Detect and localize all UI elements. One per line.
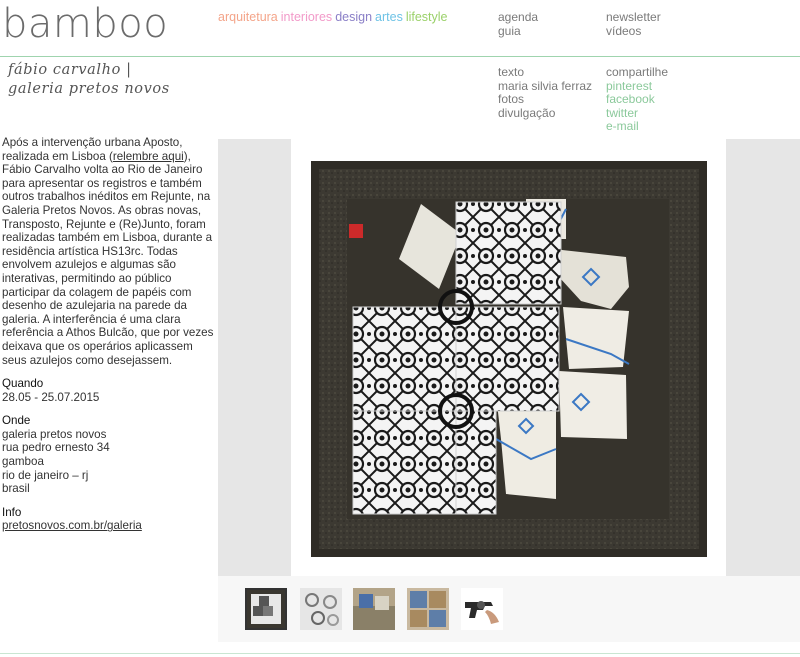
credit-photos-label: fotos bbox=[498, 92, 525, 106]
revolver-icon bbox=[465, 601, 499, 624]
when-block: Quando 28.05 - 25.07.2015 bbox=[2, 377, 216, 404]
credit-photographer: divulgação bbox=[498, 105, 556, 120]
when-label: Quando bbox=[2, 377, 44, 391]
where-line: gamboa bbox=[2, 455, 44, 469]
thumbnail-3-image bbox=[353, 594, 395, 630]
nav-guia[interactable]: guia bbox=[498, 24, 538, 39]
thumbnail-2[interactable] bbox=[300, 588, 342, 630]
share-links: compartilhe pinterest facebook twitter e… bbox=[606, 65, 669, 134]
artwork-illustration bbox=[311, 161, 707, 557]
share-facebook[interactable]: facebook bbox=[606, 92, 668, 107]
article-credits: texto maria silvia ferraz fotos divulgaç… bbox=[498, 65, 593, 120]
artwork-image[interactable] bbox=[291, 139, 726, 576]
nav-newsletter[interactable]: newsletter bbox=[606, 10, 661, 25]
share-label: compartilhe bbox=[606, 65, 669, 79]
article-title: fábio carvalho | galeria pretos novos bbox=[8, 61, 170, 99]
thumbnail-5[interactable] bbox=[461, 588, 503, 630]
title-line-1: fábio carvalho | bbox=[8, 62, 132, 78]
category-nav: arquitetura interiores design artes life… bbox=[218, 10, 448, 24]
secondary-nav-1: agenda guia bbox=[498, 10, 538, 39]
nav-agenda[interactable]: agenda bbox=[498, 10, 538, 25]
article-body: Após a intervenção urbana Aposto, realiz… bbox=[2, 136, 216, 533]
where-line: brasil bbox=[2, 482, 30, 496]
share-email[interactable]: e-mail bbox=[606, 119, 668, 134]
secondary-nav-2: newsletter vídeos bbox=[606, 10, 661, 39]
category-interiores[interactable]: interiores bbox=[281, 10, 332, 24]
title-line-2: galeria pretos novos bbox=[8, 81, 170, 97]
share-pinterest[interactable]: pinterest bbox=[606, 79, 668, 94]
header-divider bbox=[0, 56, 800, 57]
where-label: Onde bbox=[2, 414, 31, 428]
thumbnail-4[interactable] bbox=[407, 588, 449, 630]
relembre-link[interactable]: relembre aqui bbox=[113, 150, 184, 163]
category-arquitetura[interactable]: arquitetura bbox=[218, 10, 278, 24]
thumbnail-4-image bbox=[410, 591, 446, 627]
thumbnail-strip bbox=[218, 576, 800, 642]
credit-text-label: texto bbox=[498, 65, 525, 79]
bamboo-logo[interactable]: bamboo bbox=[2, 0, 168, 48]
thumbnail-1[interactable] bbox=[245, 588, 287, 630]
where-line: rua pedro ernesto 34 bbox=[2, 441, 110, 455]
info-block: Info pretosnovos.com.br/galeria bbox=[2, 506, 216, 533]
thumbnail-1-image bbox=[251, 594, 281, 624]
share-twitter[interactable]: twitter bbox=[606, 106, 668, 121]
where-line: rio de janeiro – rj bbox=[2, 468, 89, 482]
when-value: 28.05 - 25.07.2015 bbox=[2, 390, 100, 404]
image-viewer bbox=[218, 139, 800, 576]
thumbnail-3[interactable] bbox=[353, 588, 395, 630]
thumbnail-2-image bbox=[305, 593, 339, 626]
nav-videos[interactable]: vídeos bbox=[606, 24, 661, 39]
category-lifestyle[interactable]: lifestyle bbox=[406, 10, 448, 24]
article-description: Após a intervenção urbana Aposto, realiz… bbox=[2, 136, 216, 367]
info-link[interactable]: pretosnovos.com.br/galeria bbox=[2, 519, 142, 532]
where-block: Onde galeria pretos novos rua pedro erne… bbox=[2, 414, 216, 496]
credit-author: maria silvia ferraz bbox=[498, 78, 593, 93]
body-text-2: ), Fábio Carvalho volta ao Rio de Janeir… bbox=[2, 149, 214, 367]
category-artes[interactable]: artes bbox=[375, 10, 403, 24]
footer-divider bbox=[0, 653, 800, 654]
category-design[interactable]: design bbox=[335, 10, 372, 24]
info-label: Info bbox=[2, 505, 22, 519]
where-line: galeria pretos novos bbox=[2, 427, 107, 441]
